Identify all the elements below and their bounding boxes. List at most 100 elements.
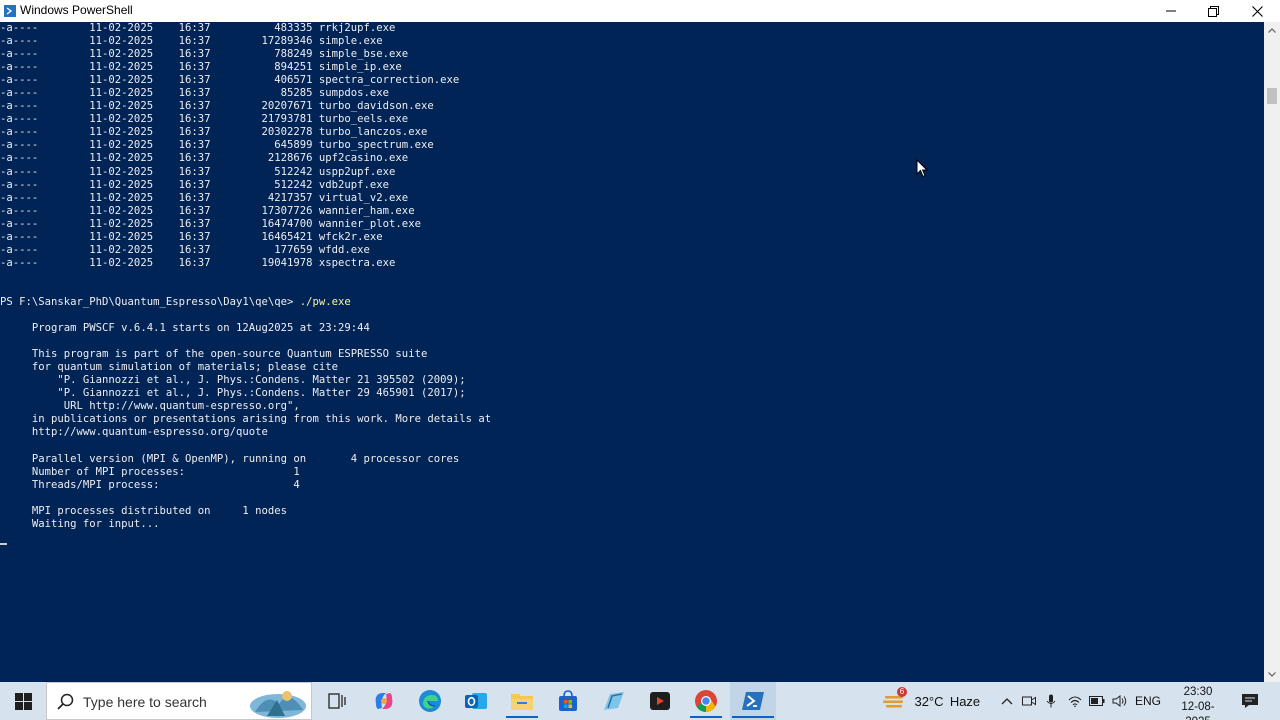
output-line: URL http://www.quantum-espresso.org",: [0, 400, 300, 413]
scroll-down-arrow-icon[interactable]: [1264, 666, 1280, 682]
output-line: in publications or presentations arising…: [0, 413, 492, 426]
search-placeholder: Type here to search: [83, 694, 207, 710]
output-line: for quantum simulation of materials; ple…: [0, 361, 339, 374]
microphone-icon[interactable]: [1042, 682, 1060, 720]
taskbar-file-explorer[interactable]: [500, 682, 544, 720]
directory-entry: -a---- 11-02-2025 16:37 21793781 turbo_e…: [0, 113, 409, 126]
directory-entry: -a---- 11-02-2025 16:37 19041978 xspectr…: [0, 256, 396, 269]
output-line: Number of MPI processes: 1: [0, 465, 300, 478]
file-explorer-active-indicator: [506, 716, 538, 718]
task-view-icon: [328, 693, 346, 709]
volume-icon[interactable]: [1110, 682, 1130, 720]
search-icon: [57, 693, 74, 715]
output-line: http://www.quantum-espresso.org/quote: [0, 426, 268, 439]
program-output: Program PWSCF v.6.4.1 starts on 12Aug202…: [0, 322, 1264, 531]
directory-entry: -a---- 11-02-2025 16:37 512242 uspp2upf.…: [0, 165, 396, 178]
scroll-up-arrow-icon[interactable]: [1264, 22, 1280, 38]
console-output[interactable]: -a---- 11-02-2025 16:37 483335 rrkj2upf.…: [0, 22, 1264, 682]
powershell-active-indicator: [732, 716, 774, 718]
directory-entry: -a---- 11-02-2025 16:37 20302278 turbo_l…: [0, 126, 428, 139]
chrome-icon: [695, 690, 717, 712]
output-line: This program is part of the open-source …: [0, 348, 428, 361]
video-camera-icon: [650, 692, 670, 710]
title-bar[interactable]: Windows PowerShell: [0, 0, 1280, 22]
output-line: Threads/MPI process: 4: [0, 478, 300, 491]
output-line: MPI processes distributed on 1 nodes: [0, 504, 288, 517]
directory-entry: -a---- 11-02-2025 16:37 17307726 wannier…: [0, 204, 415, 217]
directory-entry: -a---- 11-02-2025 16:37 645899 turbo_spe…: [0, 139, 434, 152]
directory-entry: -a---- 11-02-2025 16:37 85285 sumpdos.ex…: [0, 87, 390, 100]
powershell-taskbar-icon: [742, 692, 764, 710]
taskbar-search-box[interactable]: Type here to search: [46, 682, 312, 720]
output-line: Parallel version (MPI & OpenMP), running…: [0, 452, 460, 465]
weather-badge: 6: [897, 687, 907, 697]
text-cursor: [0, 543, 7, 545]
directory-entry: -a---- 11-02-2025 16:37 788249 simple_bs…: [0, 48, 409, 61]
directory-entry: -a---- 11-02-2025 16:37 512242 vdb2upf.e…: [0, 178, 390, 191]
start-button[interactable]: [0, 682, 46, 720]
directory-entry: -a---- 11-02-2025 16:37 16474700 wannier…: [0, 217, 421, 230]
mouse-pointer-icon: [916, 158, 929, 183]
pen-app-icon: [604, 692, 624, 710]
command-line: PS F:\Sanskar_PhD\Quantum_Espresso\Day1\…: [0, 296, 1264, 309]
clock-date: 12-08-2025: [1181, 701, 1215, 720]
task-view-button[interactable]: [316, 682, 358, 720]
directory-entry: -a---- 11-02-2025 16:37 2128676 upf2casi…: [0, 152, 409, 165]
command-text: ./pw.exe: [299, 295, 351, 308]
directory-entry: -a---- 11-02-2025 16:37 4217357 virtual_…: [0, 191, 409, 204]
show-hidden-icons-chevron-up-icon[interactable]: [998, 682, 1016, 720]
battery-icon[interactable]: [1088, 682, 1106, 720]
vertical-scrollbar[interactable]: [1264, 22, 1280, 682]
windows-logo-icon: [14, 692, 32, 710]
output-line: Program PWSCF v.6.4.1 starts on 12Aug202…: [0, 322, 370, 335]
taskbar-powershell[interactable]: [730, 682, 776, 720]
output-line: "P. Giannozzi et al., J. Phys.:Condens. …: [0, 374, 466, 387]
taskbar: Type here to search 6 32°C Haze ENG 23:3…: [0, 682, 1280, 720]
minimize-button[interactable]: [1150, 0, 1192, 22]
directory-entry: -a---- 11-02-2025 16:37 16465421 wfck2r.…: [0, 230, 383, 243]
directory-listing: -a---- 11-02-2025 16:37 483335 rrkj2upf.…: [0, 22, 1264, 270]
meet-now-icon[interactable]: [1020, 682, 1038, 720]
directory-entry: -a---- 11-02-2025 16:37 20207671 turbo_d…: [0, 100, 434, 113]
taskbar-edge[interactable]: [408, 682, 452, 720]
taskbar-camera-app[interactable]: [638, 682, 682, 720]
directory-entry: -a---- 11-02-2025 16:37 406571 spectra_c…: [0, 74, 460, 87]
taskbar-copilot[interactable]: [362, 682, 406, 720]
search-highlight-image: [247, 686, 309, 718]
powershell-icon: [4, 4, 16, 17]
wifi-icon[interactable]: [1066, 682, 1084, 720]
output-line: "P. Giannozzi et al., J. Phys.:Condens. …: [0, 387, 466, 400]
directory-entry: -a---- 11-02-2025 16:37 17289346 simple.…: [0, 35, 383, 48]
store-bag-icon: [559, 690, 577, 711]
close-button[interactable]: [1236, 0, 1278, 22]
chrome-active-indicator: [690, 716, 722, 718]
output-line: Waiting for input...: [0, 517, 160, 530]
clock-time: 23:30: [1183, 686, 1213, 698]
directory-entry: -a---- 11-02-2025 16:37 483335 rrkj2upf.…: [0, 22, 396, 34]
prompt-text: PS F:\Sanskar_PhD\Quantum_Espresso\Day1\…: [0, 295, 300, 308]
folder-icon: [511, 694, 533, 710]
taskbar-store[interactable]: [546, 682, 590, 720]
directory-entry: -a---- 11-02-2025 16:37 894251 simple_ip…: [0, 61, 402, 74]
taskbar-app-blue[interactable]: [592, 682, 636, 720]
window-title: Windows PowerShell: [20, 3, 133, 17]
edge-browser-icon: [419, 690, 441, 712]
directory-entry: -a---- 11-02-2025 16:37 177659 wfdd.exe: [0, 243, 370, 256]
weather-description[interactable]: Haze: [948, 682, 982, 720]
scroll-thumb[interactable]: [1267, 88, 1277, 104]
restore-button[interactable]: [1192, 0, 1234, 22]
language-indicator[interactable]: ENG: [1134, 682, 1162, 720]
taskbar-clock[interactable]: 23:30 12-08-2025: [1170, 685, 1226, 720]
outlook-icon: [465, 693, 487, 709]
weather-temperature[interactable]: 32°C: [912, 682, 946, 720]
notification-center-icon[interactable]: [1236, 682, 1264, 720]
taskbar-chrome[interactable]: [684, 682, 728, 720]
taskbar-outlook[interactable]: [454, 682, 498, 720]
copilot-icon: [375, 693, 393, 709]
